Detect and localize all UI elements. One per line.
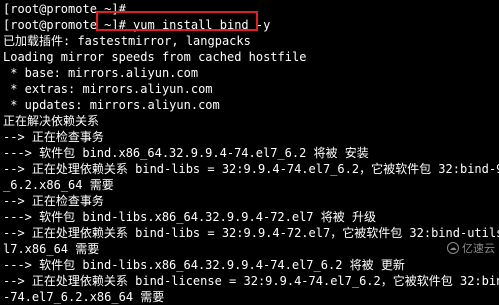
cloud-logo-icon: ☁ bbox=[447, 242, 459, 254]
terminal-line: Loading mirror speeds from cached hostfi… bbox=[3, 50, 307, 64]
terminal-line: --> 正在处理依赖关系 bind-libs = 32:9.9.4-72.el7… bbox=[3, 226, 499, 240]
terminal-line: * base: mirrors.aliyun.com bbox=[3, 66, 199, 80]
watermark-text: 亿速云 bbox=[462, 242, 495, 255]
terminal-line: --> 正在检查事务 bbox=[3, 130, 104, 144]
terminal-line: --> 正在处理依赖关系 bind-libs = 32:9.9.4-74.el7… bbox=[3, 162, 499, 176]
terminal-line: _6.2.x86_64 需要 bbox=[3, 178, 114, 192]
watermark: ☁ 亿速云 bbox=[447, 240, 495, 256]
terminal-line: 正在解决依赖关系 bbox=[3, 114, 100, 128]
terminal-line: 已加载插件: fastestmirror, langpacks bbox=[3, 34, 251, 48]
terminal-line: ---> 软件包 bind.x86_64.32.9.9.4-74.el7_6.2… bbox=[3, 146, 369, 160]
terminal-line: --> 正在处理依赖关系 bind-license = 32:9.9.4-74.… bbox=[3, 274, 499, 288]
terminal-window[interactable]: [root@promote ~]# [root@promote ~]# yum … bbox=[0, 0, 499, 304]
terminal-line: l7.x86_64 需要 bbox=[3, 242, 100, 256]
terminal-line: ---> 软件包 bind-libs.x86_64.32.9.9.4-72.el… bbox=[3, 210, 376, 224]
terminal-line: * extras: mirrors.aliyun.com bbox=[3, 82, 213, 96]
terminal-line: --> 正在检查事务 bbox=[3, 194, 104, 208]
command-highlight-box bbox=[96, 11, 258, 31]
terminal-line: ---> 软件包 bind-libs.x86_64.32.9.9.4-74.el… bbox=[3, 258, 405, 272]
terminal-line: * updates: mirrors.aliyun.com bbox=[3, 98, 220, 112]
terminal-line: -74.el7_6.2.x86_64 需要 bbox=[3, 290, 165, 304]
